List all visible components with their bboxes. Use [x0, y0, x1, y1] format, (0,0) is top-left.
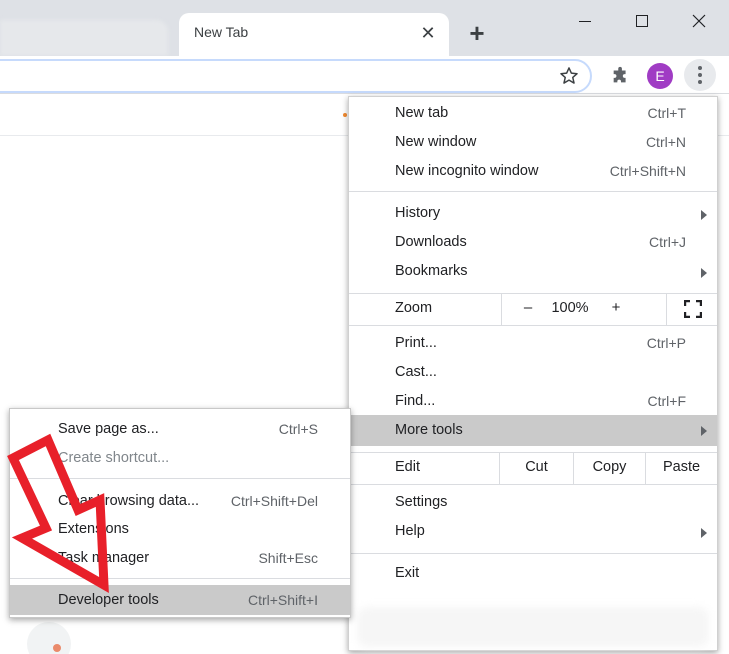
- menu-item-label: Developer tools: [58, 592, 159, 608]
- menu-item-downloads[interactable]: Downloads Ctrl+J: [349, 229, 717, 258]
- paste-button[interactable]: Paste: [645, 452, 717, 484]
- close-icon: [692, 14, 706, 28]
- menu-item-exit[interactable]: Exit: [349, 560, 717, 589]
- menu-item-label: New tab: [395, 105, 449, 121]
- zoom-controls: – 100% +: [501, 293, 717, 325]
- menu-item-label: New incognito window: [395, 163, 539, 179]
- menu-separator: [349, 553, 717, 554]
- menu-item-new-window[interactable]: New window Ctrl+N: [349, 129, 717, 158]
- menu-item-label: New window: [395, 134, 477, 150]
- fullscreen-icon: [684, 300, 702, 318]
- menu-item-label: Print...: [395, 335, 437, 351]
- menu-item-shortcut: Ctrl+J: [649, 234, 686, 250]
- menu-separator: [10, 578, 350, 579]
- submenu-arrow-icon: [701, 426, 707, 436]
- cut-button[interactable]: Cut: [499, 452, 573, 484]
- menu-item-label: Clear browsing data...: [58, 493, 200, 509]
- zoom-level: 100%: [551, 300, 589, 316]
- toolbar: E: [0, 56, 729, 94]
- menu-dot-icon: [698, 80, 702, 84]
- menu-item-shortcut: Ctrl+F: [647, 393, 687, 409]
- menu-dot-icon: [698, 73, 702, 77]
- menu-item-shortcut: Ctrl+Shift+I: [247, 592, 318, 608]
- zoom-row: Zoom – 100% +: [349, 293, 717, 325]
- menu-item-label: Downloads: [395, 234, 467, 250]
- menu-item-label: Extensions: [58, 521, 129, 537]
- extensions-puzzle-icon[interactable]: [610, 65, 632, 87]
- more-tools-submenu: Save page as... Ctrl+S Create shortcut..…: [9, 408, 351, 618]
- zoom-out-button[interactable]: –: [520, 299, 536, 316]
- menu-item-developer-tools[interactable]: Developer tools Ctrl+Shift+I: [10, 585, 350, 615]
- chrome-menu-button[interactable]: [684, 59, 716, 91]
- menu-item-shortcut: Ctrl+Shift+N: [609, 163, 686, 179]
- minimize-button[interactable]: [570, 8, 600, 34]
- menu-dot-icon: [698, 66, 702, 70]
- menu-item-label: Save page as...: [58, 421, 159, 437]
- submenu-arrow-icon: [701, 528, 707, 538]
- menu-item-clear-browsing-data[interactable]: Clear browsing data... Ctrl+Shift+Del: [10, 487, 350, 516]
- menu-item-label: Bookmarks: [395, 263, 468, 279]
- zoom-label: Zoom: [395, 300, 433, 316]
- maximize-icon: [636, 15, 648, 27]
- tab-new-tab[interactable]: New Tab ✕: [179, 13, 449, 56]
- window-close-button[interactable]: [684, 8, 714, 34]
- menu-item-shortcut: Shift+Esc: [258, 550, 318, 566]
- menu-separator: [349, 191, 717, 192]
- menu-separator: [349, 484, 717, 485]
- profile-avatar[interactable]: E: [647, 63, 673, 89]
- edit-row: Edit Cut Copy Paste: [349, 452, 717, 484]
- menu-item-find[interactable]: Find... Ctrl+F: [349, 388, 717, 417]
- menu-item-task-manager[interactable]: Task manager Shift+Esc: [10, 544, 350, 573]
- tab-close-icon[interactable]: ✕: [417, 22, 439, 44]
- menu-item-label: Task manager: [58, 550, 150, 566]
- fullscreen-button[interactable]: [666, 293, 718, 325]
- menu-item-label: Exit: [395, 565, 420, 581]
- menu-item-shortcut: Ctrl+T: [647, 105, 687, 121]
- bookmark-star-icon[interactable]: [558, 65, 580, 87]
- menu-item-new-incognito-window[interactable]: New incognito window Ctrl+Shift+N: [349, 158, 717, 187]
- menu-item-history[interactable]: History: [349, 200, 717, 229]
- menu-item-label: Help: [395, 523, 425, 539]
- minimize-icon: [579, 20, 591, 22]
- menu-item-more-tools[interactable]: More tools: [349, 415, 717, 446]
- menu-item-label: Cast...: [395, 364, 437, 380]
- menu-item-label: Settings: [395, 494, 448, 510]
- menu-item-label: Find...: [395, 393, 436, 409]
- copy-button[interactable]: Copy: [573, 452, 645, 484]
- menu-item-label: Create shortcut...: [58, 450, 170, 466]
- tab-strip: New Tab ✕ +: [0, 0, 729, 56]
- chrome-main-menu: New tab Ctrl+T New window Ctrl+N New inc…: [348, 96, 718, 651]
- maximize-button[interactable]: [627, 8, 657, 34]
- menu-item-settings[interactable]: Settings: [349, 489, 717, 518]
- address-bar[interactable]: [0, 59, 592, 93]
- page-dot: [343, 113, 347, 117]
- menu-item-cast[interactable]: Cast...: [349, 359, 717, 388]
- menu-item-help[interactable]: Help: [349, 518, 717, 547]
- menu-item-shortcut: Ctrl+P: [646, 335, 686, 351]
- blurred-tab[interactable]: [0, 20, 168, 56]
- menu-separator: [10, 478, 350, 479]
- menu-item-new-tab[interactable]: New tab Ctrl+T: [349, 100, 717, 129]
- shortcut-tile[interactable]: [27, 622, 71, 654]
- blurred-region: [357, 607, 709, 647]
- menu-item-save-page[interactable]: Save page as... Ctrl+S: [10, 415, 350, 444]
- menu-item-shortcut: Ctrl+N: [645, 134, 686, 150]
- menu-separator: [349, 325, 717, 326]
- menu-item-extensions[interactable]: Extensions: [10, 515, 350, 544]
- new-tab-button[interactable]: +: [462, 20, 492, 48]
- menu-item-label: More tools: [395, 422, 463, 438]
- menu-item-create-shortcut: Create shortcut...: [10, 444, 350, 473]
- menu-item-print[interactable]: Print... Ctrl+P: [349, 330, 717, 359]
- menu-item-shortcut: Ctrl+Shift+Del: [230, 493, 318, 509]
- menu-item-label: History: [395, 205, 441, 221]
- tab-title: New Tab: [194, 24, 249, 40]
- menu-item-bookmarks[interactable]: Bookmarks: [349, 258, 717, 287]
- shortcut-icon: [53, 644, 61, 652]
- edit-label: Edit: [395, 459, 420, 475]
- zoom-in-button[interactable]: +: [608, 299, 624, 316]
- submenu-arrow-icon: [701, 268, 707, 278]
- submenu-arrow-icon: [701, 210, 707, 220]
- menu-item-shortcut: Ctrl+S: [278, 421, 318, 437]
